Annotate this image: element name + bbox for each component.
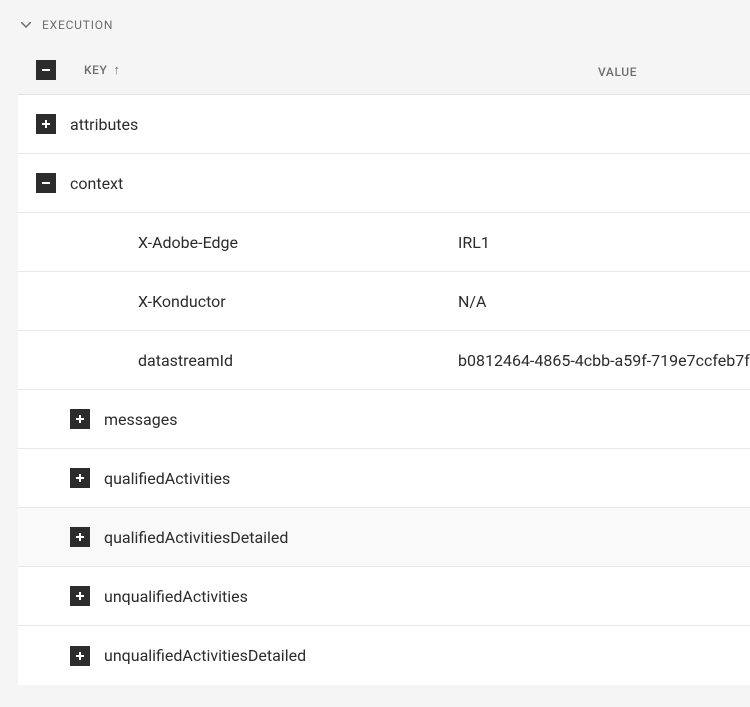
row-value: IRL1: [458, 233, 490, 252]
plus-icon: [36, 114, 56, 134]
tree-row[interactable]: X-Konductor N/A: [18, 272, 750, 331]
tree-row[interactable]: datastreamId b0812464-4865-4cbb-a59f-719e…: [18, 331, 750, 390]
row-key: unqualifiedActivitiesDetailed: [104, 646, 306, 665]
row-key: context: [70, 174, 123, 193]
tree-row[interactable]: attributes: [18, 95, 750, 154]
row-key: qualifiedActivitiesDetailed: [104, 528, 288, 547]
table-header-row: KEY ↑ VALUE: [18, 46, 750, 94]
expand-toggle[interactable]: [36, 114, 70, 134]
row-key: unqualifiedActivities: [104, 587, 248, 606]
row-key: datastreamId: [138, 351, 233, 370]
expand-toggle[interactable]: [70, 646, 104, 666]
row-value: b0812464-4865-4cbb-a59f-719e7ccfeb7f: [458, 351, 750, 370]
section-header[interactable]: EXECUTION: [0, 0, 750, 46]
row-key: qualifiedActivities: [104, 469, 230, 488]
chevron-down-icon: [20, 19, 32, 31]
plus-icon: [70, 527, 90, 547]
expand-toggle[interactable]: [70, 409, 104, 429]
plus-icon: [70, 586, 90, 606]
collapse-all-toggle[interactable]: [36, 60, 70, 80]
column-header-key[interactable]: KEY ↑: [84, 62, 424, 78]
minus-icon: [36, 60, 56, 80]
tree-row[interactable]: X-Adobe-Edge IRL1: [18, 213, 750, 272]
expand-toggle[interactable]: [70, 468, 104, 488]
row-key: X-Konductor: [138, 292, 226, 311]
section-title: EXECUTION: [42, 18, 113, 32]
row-key: X-Adobe-Edge: [138, 233, 238, 252]
row-key: messages: [104, 410, 177, 429]
tree-row[interactable]: qualifiedActivities: [18, 449, 750, 508]
tree-row[interactable]: unqualifiedActivities: [18, 567, 750, 626]
row-key: attributes: [70, 115, 138, 134]
tree-row[interactable]: messages: [18, 390, 750, 449]
plus-icon: [70, 468, 90, 488]
tree-row[interactable]: unqualifiedActivitiesDetailed: [18, 626, 750, 685]
tree-body: attributes context X-Adobe-Edge IRL1 X-Kondu…: [18, 94, 750, 685]
expand-toggle[interactable]: [70, 586, 104, 606]
plus-icon: [70, 409, 90, 429]
tree-row[interactable]: qualifiedActivitiesDetailed: [18, 508, 750, 567]
tree-row[interactable]: context: [18, 154, 750, 213]
column-header-value[interactable]: VALUE: [438, 61, 750, 80]
sort-ascending-icon: ↑: [114, 62, 121, 78]
minus-icon: [36, 173, 56, 193]
row-value: N/A: [458, 292, 486, 311]
tree-table: KEY ↑ VALUE attributes context X-Adobe-Edg…: [0, 46, 750, 685]
plus-icon: [70, 646, 90, 666]
expand-toggle[interactable]: [70, 527, 104, 547]
expand-toggle[interactable]: [36, 173, 70, 193]
